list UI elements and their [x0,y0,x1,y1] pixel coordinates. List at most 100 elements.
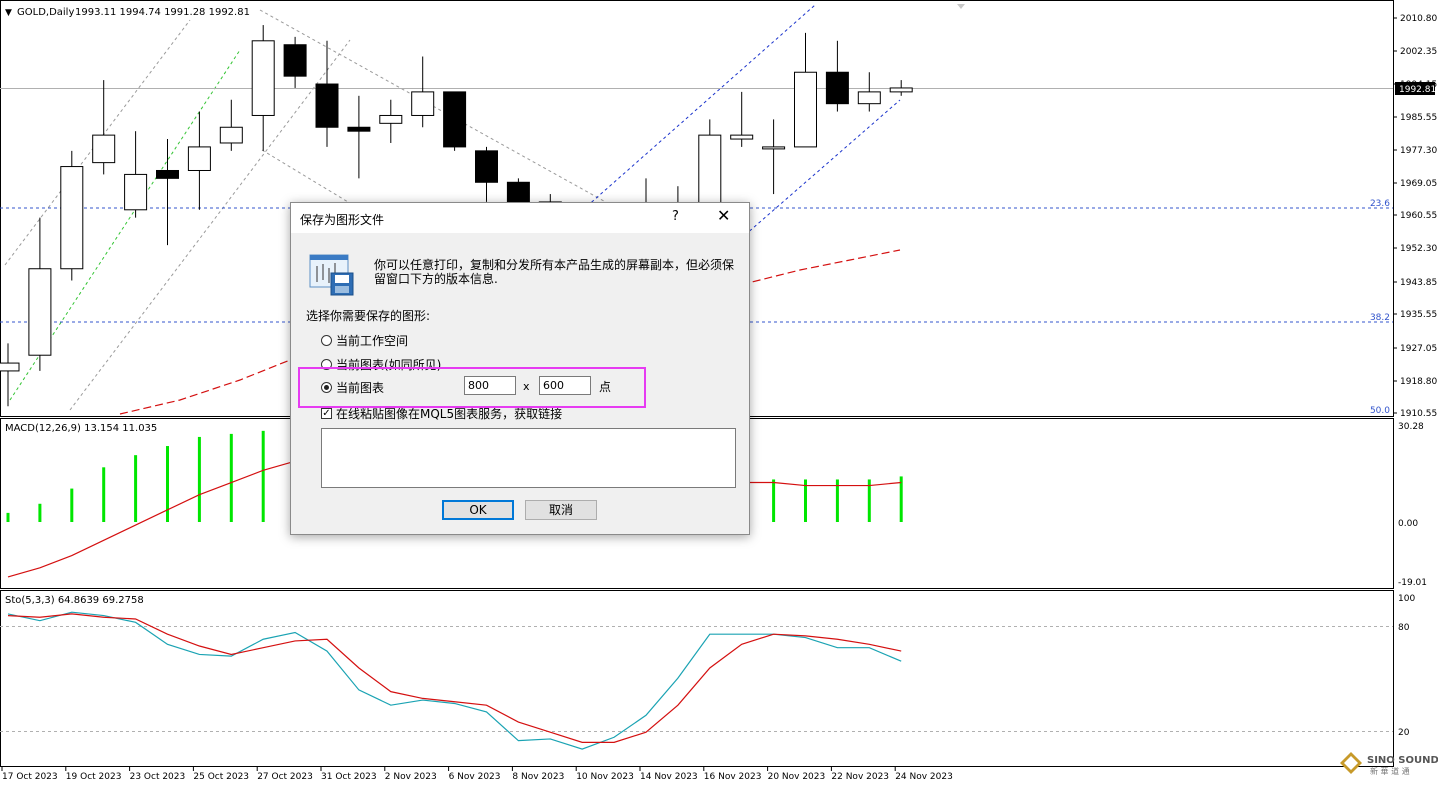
candle-body [92,134,116,164]
height-input[interactable] [539,376,591,395]
macd-bar [70,488,74,522]
option-workspace-label: 当前工作空间 [336,334,409,348]
candle-body [698,134,722,211]
price-tick: 1952.30 [1400,244,1437,254]
candle [251,25,275,151]
fib-label-236: 23.6 [1370,199,1390,209]
candle-body [857,91,881,105]
price-tick: 1960.55 [1400,211,1437,221]
radio-chart-as-is[interactable] [321,359,332,370]
radio-workspace[interactable] [321,335,332,346]
dialog-info-text: 你可以任意打印，复制和分发所有本产品生成的屏幕副本，但必须保留窗口下方的版本信息… [374,258,735,286]
candle [825,40,849,112]
candle-body [762,146,786,150]
radio-chart-sized[interactable] [321,382,332,393]
macd-axis-bottom: -19.01 [1398,578,1427,588]
stoch-signal-line [7,613,902,743]
help-button[interactable]: ? [672,209,679,224]
candle-body [0,362,20,372]
option-chart-sized[interactable]: 当前图表 [321,379,384,396]
date-tick: 19 Oct 2023 [66,772,122,782]
candle [124,131,148,218]
ok-button[interactable]: OK [442,500,514,520]
candle [475,146,498,202]
candle [219,99,243,151]
macd-bar [6,512,10,522]
price-tick: 1985.55 [1400,113,1437,123]
macd-bar [134,455,138,522]
date-tick: 25 Oct 2023 [193,772,249,782]
save-as-picture-dialog: 保存为图形文件 ? ✕ 你可以任意打印，复制和分发所有本产品生成的屏幕副本，但必… [290,202,750,535]
current-price-value: 1992.81 [1399,85,1436,95]
candle [187,111,211,210]
candle-body [794,71,817,148]
candle [762,119,786,195]
chart-symbol-label: GOLD,Daily [17,7,74,18]
upload-option[interactable]: ✓ 在线粘贴图像在MQL5图表服务，获取链接 [321,405,562,422]
candle-body [443,91,467,148]
candle-body [283,44,307,77]
date-tick: 2 Nov 2023 [385,772,437,782]
candle [889,80,913,96]
candle [443,91,467,151]
candle-body [475,150,498,183]
candle-body [60,166,84,270]
candle [379,99,403,143]
price-tick: 1918.80 [1400,377,1437,387]
date-tick: 23 Oct 2023 [130,772,186,782]
chart-ohlc-label: 1993.11 1994.74 1991.28 1992.81 [75,7,250,18]
candle [283,36,307,88]
candle-body [379,114,403,124]
price-tick: 1977.30 [1400,146,1437,156]
width-input[interactable] [464,376,516,395]
dialog-titlebar[interactable]: 保存为图形文件 ? ✕ [291,203,749,233]
stoch-axis-100: 100 [1398,594,1415,604]
shift-marker[interactable] [957,4,965,9]
candle-body [889,87,913,93]
price-tick: 2002.35 [1400,47,1437,57]
dimension-separator: x [523,380,530,393]
candle [411,56,435,128]
candle [730,91,754,147]
blue-channel [559,4,901,236]
candle [92,80,116,175]
stoch-label: Sto(5,3,3) 64.8639 69.2758 [5,595,144,606]
upload-checkbox[interactable]: ✓ [321,408,332,419]
stoch-axis-20: 20 [1398,728,1410,738]
candle [0,343,20,407]
macd-bar [38,503,42,522]
fib-label-382: 38.2 [1370,313,1390,323]
option-workspace[interactable]: 当前工作空间 [321,332,408,349]
candle-body [411,91,435,116]
dialog-title: 保存为图形文件 [300,213,385,227]
cancel-button[interactable]: 取消 [525,500,597,520]
price-tick: 1910.55 [1400,409,1437,419]
chart-symbol-arrow[interactable]: ▼ [5,8,12,18]
date-tick: 20 Nov 2023 [768,772,826,782]
stoch-main-line [7,611,902,750]
macd-axis-zero: 0.00 [1398,519,1418,529]
date-tick: 22 Nov 2023 [831,772,889,782]
price-tick: 1969.05 [1400,179,1437,189]
candle-body [347,126,371,132]
candle-body [825,71,849,105]
option-chart-as-is[interactable]: 当前图表(如同所见) [321,356,441,373]
link-output-box[interactable] [321,428,736,488]
candle-body [251,40,275,116]
price-axis: 2010.802002.351994.151985.551977.301969.… [1393,14,1437,419]
candle-body [124,173,148,211]
candle [315,40,339,147]
close-button[interactable]: ✕ [717,206,730,225]
watermark-text: SINO SOUND [1367,755,1438,766]
stoch-axis-80: 80 [1398,623,1410,633]
macd-bar [261,430,265,522]
candle-body [730,134,754,140]
chart-save-icon [309,254,354,296]
macd-bar [197,436,201,522]
price-tick: 1943.85 [1400,278,1437,288]
date-tick: 10 Nov 2023 [576,772,634,782]
stoch-pane-border [0,590,1394,767]
candle [28,217,52,371]
candle-body [219,126,243,144]
date-axis: 17 Oct 2023 19 Oct 2023 23 Oct 2023 25 Oct … [1,767,953,782]
